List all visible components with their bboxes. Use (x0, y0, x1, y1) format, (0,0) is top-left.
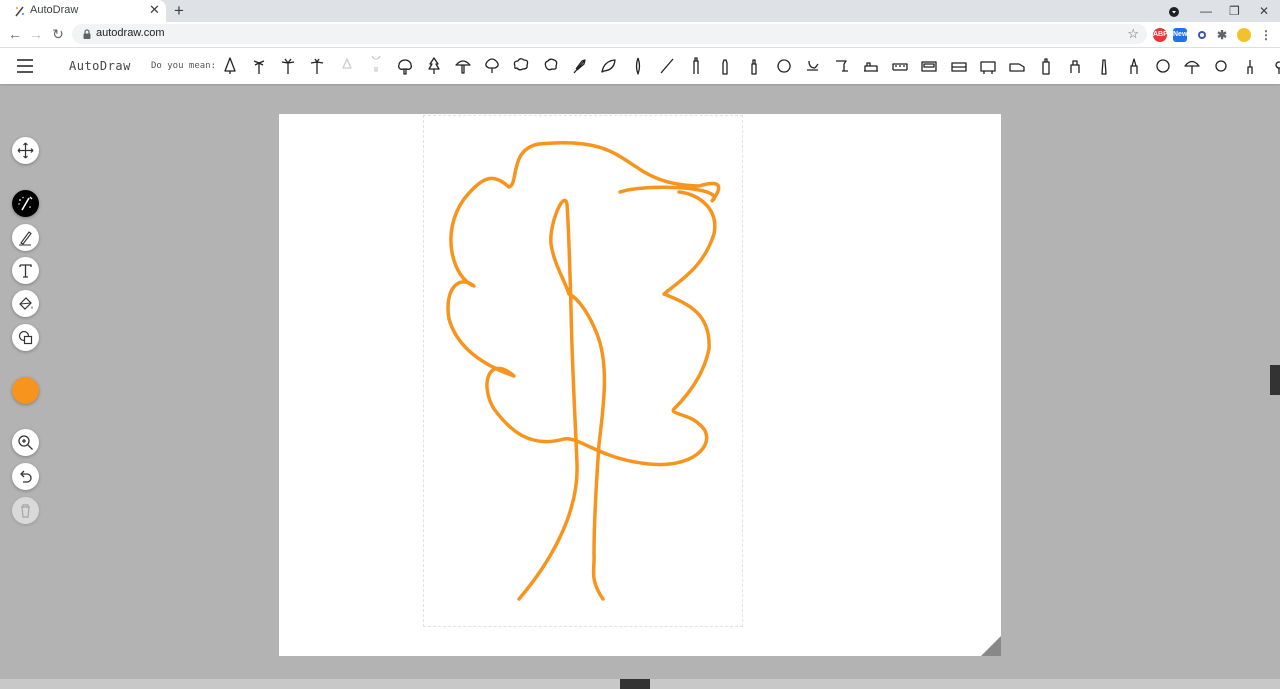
suggestion-truck-icon[interactable] (1007, 56, 1027, 76)
shape-tool-button[interactable] (12, 324, 39, 351)
suggestion-bottle-2-icon[interactable] (744, 56, 764, 76)
suggestion-flower-2-icon[interactable] (1269, 56, 1280, 76)
suggestion-lightbulb-faded-icon[interactable] (366, 50, 386, 76)
suggestion-tower-2-icon[interactable] (1124, 56, 1144, 76)
draw-tool-button[interactable] (12, 224, 39, 251)
suggestion-train-icon[interactable] (861, 56, 881, 76)
suggestion-bottle-icon[interactable] (715, 56, 735, 76)
lock-icon (83, 29, 91, 39)
suggestion-robot-icon[interactable] (1065, 56, 1085, 76)
address-bar[interactable]: autodraw.com ☆ (72, 24, 1147, 44)
suggestion-tower-icon[interactable] (1094, 56, 1114, 76)
suggestion-flower-icon[interactable] (1211, 56, 1231, 76)
suggestion-broccoli-icon[interactable] (395, 56, 415, 76)
suggestion-leaf-icon[interactable] (599, 56, 619, 76)
tree-doodle (446, 141, 721, 601)
hamburger-menu-icon[interactable] (17, 59, 33, 73)
undo-button[interactable] (12, 463, 39, 490)
suggestion-bus-3-icon[interactable] (978, 56, 998, 76)
suggestion-lamp-icon[interactable] (1240, 56, 1260, 76)
zoom-in-icon (18, 435, 33, 450)
app-title: AutoDraw (69, 59, 131, 73)
delete-button[interactable] (12, 497, 39, 524)
autodraw-tool-button[interactable] (12, 190, 39, 217)
suggestion-line-icon[interactable] (657, 56, 677, 76)
suggestion-sun-icon[interactable] (1153, 56, 1173, 76)
suggestion-bus-2-icon[interactable] (949, 56, 969, 76)
reload-icon[interactable]: ↻ (50, 26, 66, 42)
suggestion-train-2-icon[interactable] (890, 56, 910, 76)
suggestion-fire-hydrant-icon[interactable] (1036, 56, 1056, 76)
pencil-icon (19, 231, 32, 246)
suggestion-tree-icon[interactable] (220, 56, 240, 76)
blue-extension-icon[interactable] (1195, 28, 1209, 42)
forward-icon[interactable]: → (28, 26, 44, 42)
url-text: autodraw.com (96, 27, 165, 39)
undo-icon (20, 470, 32, 483)
trunk-left-stroke (517, 198, 579, 601)
vertical-scroll-handle[interactable] (1270, 365, 1280, 395)
suggestion-sprinkler-icon[interactable] (832, 56, 852, 76)
suggestion-bus-icon[interactable] (919, 56, 939, 76)
move-tool-button[interactable] (12, 137, 39, 164)
suggestion-pine-faded-icon[interactable] (337, 56, 357, 76)
suggestion-cloud-icon[interactable] (511, 56, 531, 76)
suggestion-tree-round-icon[interactable] (482, 56, 502, 76)
app-header: AutoDraw Do you mean: (0, 48, 1280, 84)
autodraw-favicon-icon (15, 6, 24, 17)
minimize-button[interactable]: — (1200, 0, 1212, 22)
fill-tool-button[interactable] (12, 290, 39, 317)
puzzle-extensions-icon[interactable]: ✱ (1215, 28, 1229, 42)
zoom-tool-button[interactable] (12, 429, 39, 456)
trash-icon (21, 504, 30, 518)
browser-menu-icon[interactable]: ⋮ (1259, 28, 1273, 42)
suggestion-peach-icon[interactable] (774, 56, 794, 76)
suggestion-hook-icon[interactable] (803, 56, 823, 76)
restore-button[interactable]: ❐ (1229, 0, 1240, 22)
move-arrows-icon (17, 142, 34, 159)
tab-title: AutoDraw (30, 4, 79, 16)
bookmark-star-icon[interactable]: ☆ (1127, 26, 1139, 42)
suggestion-palm-tree-2-icon[interactable] (307, 56, 327, 76)
suggestion-bush-icon[interactable] (541, 56, 561, 76)
suggestion-label: Do you mean: (151, 61, 217, 71)
window-close-button[interactable]: ✕ (1259, 0, 1269, 22)
browser-tab-bar: AutoDraw ✕ + — ❐ ✕ (0, 0, 1280, 22)
magic-pencil-icon (18, 196, 33, 211)
canvas-resize-handle[interactable] (981, 636, 1001, 656)
adblock-extension-icon[interactable]: ABP (1153, 28, 1168, 42)
type-tool-button[interactable] (12, 257, 39, 284)
horizontal-scroll-handle[interactable] (620, 679, 650, 689)
suggestion-pine-tree-icon[interactable] (424, 56, 444, 76)
new-extension-icon[interactable]: New (1173, 28, 1187, 42)
color-picker-button[interactable] (12, 377, 39, 404)
suggestion-mushroom-icon[interactable] (453, 56, 473, 76)
suggestion-lighthouse-icon[interactable] (686, 56, 706, 76)
crown-stroke (446, 141, 721, 467)
suggestion-palm-trees-icon[interactable] (249, 56, 269, 76)
paint-bucket-icon (19, 297, 33, 310)
shapes-icon (18, 330, 33, 345)
text-icon (19, 264, 32, 278)
profile-avatar[interactable] (1237, 28, 1251, 42)
back-icon[interactable]: ← (7, 26, 23, 42)
drawing-canvas[interactable] (279, 114, 1001, 656)
suggestion-feather-icon[interactable] (570, 56, 590, 76)
suggestion-fan-icon[interactable] (1182, 56, 1202, 76)
suggestion-palm-tree-icon[interactable] (278, 56, 298, 76)
profile-menu-icon[interactable] (1168, 0, 1180, 22)
new-tab-button[interactable]: + (174, 0, 184, 22)
browser-tab[interactable]: AutoDraw ✕ (0, 0, 166, 22)
browser-toolbar: ← → ↻ autodraw.com ☆ (0, 22, 1280, 48)
tab-close-icon[interactable]: ✕ (149, 2, 160, 18)
suggestion-feather-2-icon[interactable] (628, 56, 648, 76)
